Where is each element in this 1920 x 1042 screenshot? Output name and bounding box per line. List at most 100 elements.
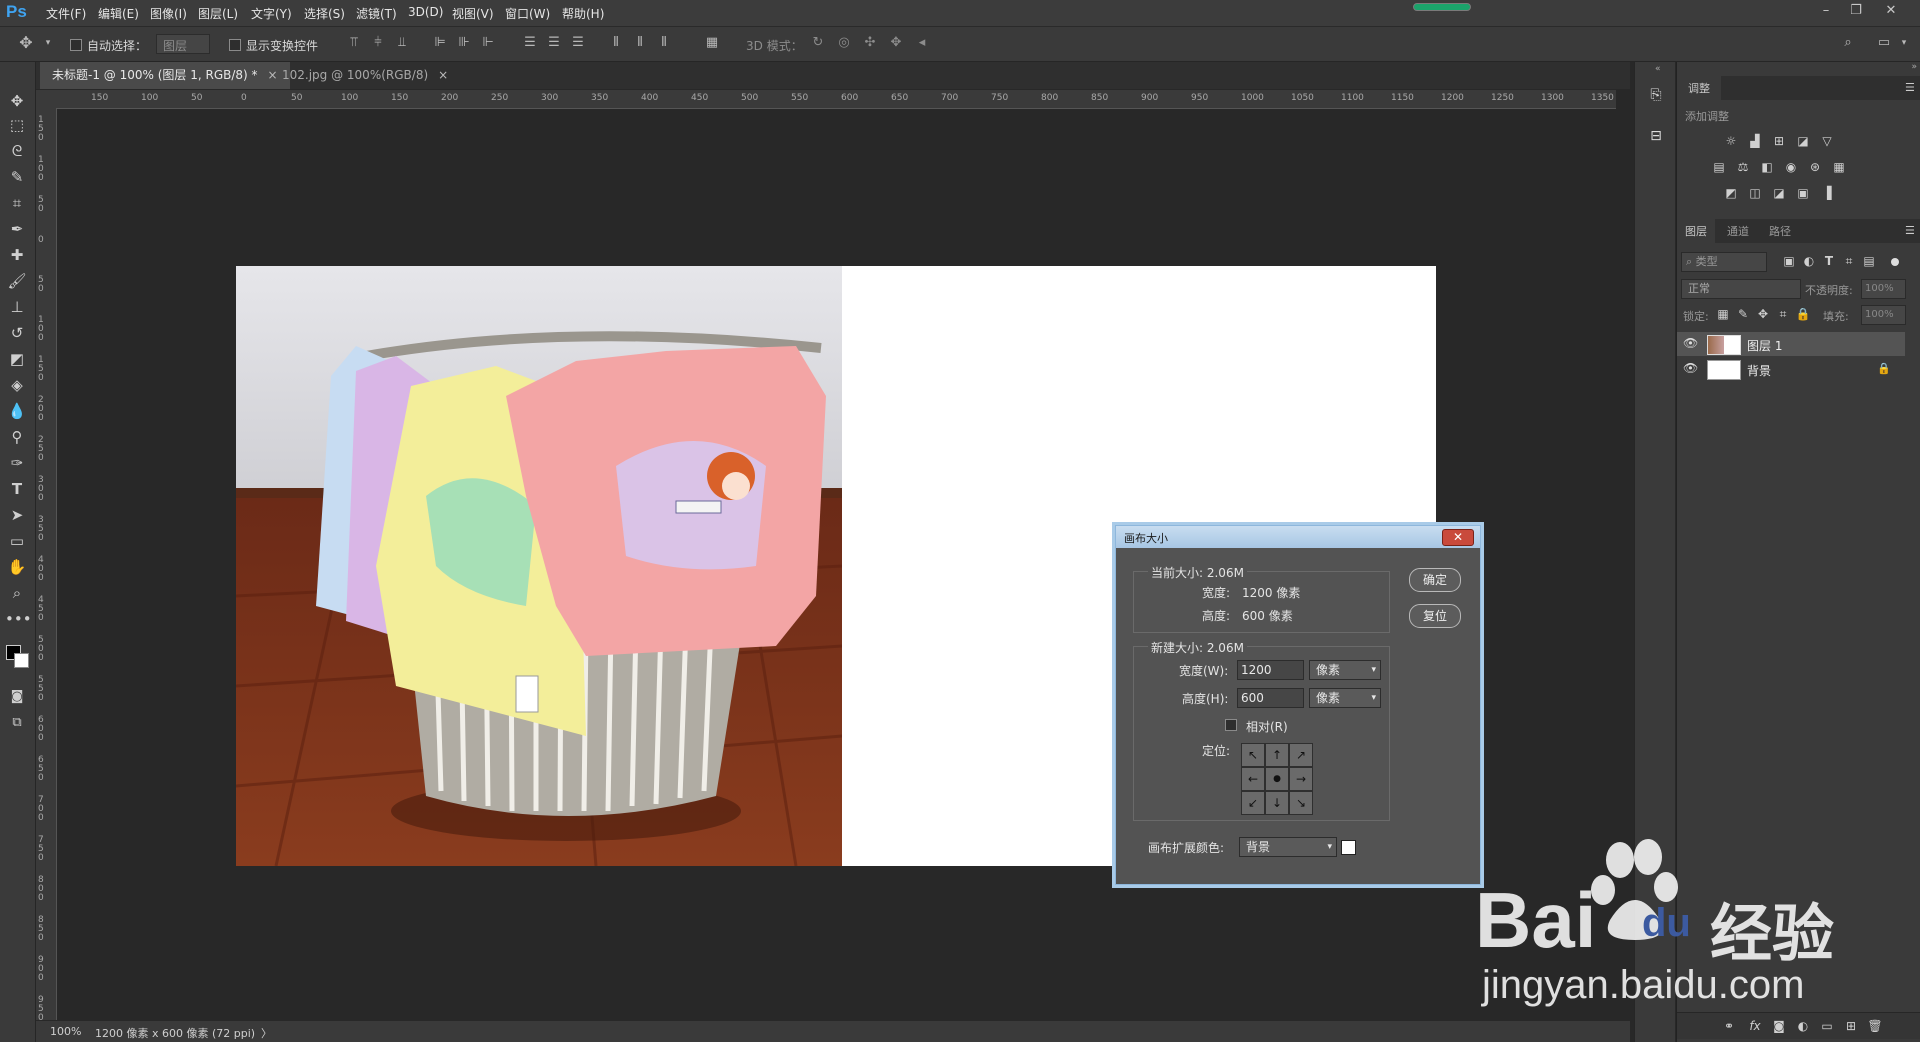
distribute-left-icon[interactable]: ⫴ (608, 35, 624, 51)
new-group-icon[interactable]: ▭ (1819, 1019, 1835, 1033)
delete-layer-icon[interactable]: 🗑 (1867, 1019, 1883, 1033)
align-left-icon[interactable]: ⊫ (432, 35, 448, 51)
paint-bucket-tool-icon[interactable]: ◈ (5, 374, 29, 396)
distribute-vcenter-icon[interactable]: ☰ (546, 35, 562, 51)
eyedropper-tool-icon[interactable]: ✒ (5, 218, 29, 240)
anchor-center[interactable]: ● (1265, 767, 1289, 791)
height-unit-select[interactable]: 像素 ▾ (1309, 688, 1381, 708)
add-mask-icon[interactable]: ◙ (1771, 1019, 1787, 1033)
hue-saturation-icon[interactable]: ▤ (1711, 160, 1727, 174)
eye-icon[interactable]: 👁 (1683, 336, 1698, 350)
menu-edit[interactable]: 编辑(E) (98, 5, 139, 22)
screen-mode-icon[interactable]: ⧉ (5, 712, 29, 734)
type-tool-icon[interactable]: T (5, 478, 29, 500)
exposure-icon[interactable]: ◪ (1795, 134, 1811, 148)
distribute-right-icon[interactable]: ⫴ (656, 35, 672, 51)
distribute-top-icon[interactable]: ☰ (522, 35, 538, 51)
new-layer-icon[interactable]: ⊞ (1843, 1019, 1859, 1033)
align-bottom-icon[interactable]: ⫫ (394, 35, 410, 51)
threshold-icon[interactable]: ◪ (1771, 186, 1787, 200)
layer-1-photo[interactable] (236, 266, 842, 866)
marquee-tool-icon[interactable]: ⬚ (5, 114, 29, 136)
collapse-arrow-icon[interactable]: « (1655, 64, 1661, 74)
curves-icon[interactable]: ⊞ (1771, 134, 1787, 148)
align-hcenter-icon[interactable]: ⊪ (456, 35, 472, 51)
menu-file[interactable]: 文件(F) (46, 5, 86, 22)
anchor-top-right[interactable]: ↗ (1289, 743, 1313, 767)
fx-icon[interactable]: fx (1747, 1019, 1763, 1033)
show-transform-checkbox[interactable] (229, 39, 241, 51)
color-lookup-icon[interactable]: ▦ (1831, 160, 1847, 174)
selective-color-icon[interactable]: ▣ (1795, 186, 1811, 200)
close-icon[interactable]: ✕ (1442, 529, 1474, 546)
tab-paths[interactable]: 路径 (1761, 219, 1799, 243)
filter-toggle-icon[interactable] (1891, 258, 1899, 266)
invert-icon[interactable]: ◩ (1723, 186, 1739, 200)
menu-filter[interactable]: 滤镜(T) (356, 5, 397, 22)
3d-scale-icon[interactable]: ◂ (914, 35, 930, 51)
filter-shape-icon[interactable]: ⌗ (1841, 254, 1857, 268)
zoom-tool-icon[interactable]: ⌕ (5, 582, 29, 604)
black-white-icon[interactable]: ◧ (1759, 160, 1775, 174)
collapse-arrow-icon[interactable]: » (1677, 62, 1920, 74)
link-layers-icon[interactable]: ⚭ (1721, 1019, 1737, 1033)
lasso-tool-icon[interactable]: ᘓ (5, 140, 29, 162)
more-tools-icon[interactable]: ••• (5, 608, 32, 630)
filter-pixel-icon[interactable]: ▣ (1781, 254, 1797, 268)
anchor-bottom-right[interactable]: ↘ (1289, 791, 1313, 815)
3d-slide-icon[interactable]: ✥ (888, 35, 904, 51)
pen-tool-icon[interactable]: ✑ (5, 452, 29, 474)
width-input[interactable]: 1200 (1237, 660, 1304, 680)
crop-tool-icon[interactable]: ⌗ (5, 192, 29, 214)
history-panel-icon[interactable]: ⎘ (1647, 87, 1665, 105)
ruler-origin[interactable] (36, 90, 56, 108)
move-tool-icon[interactable]: ✥ (18, 35, 34, 51)
close-icon[interactable]: ✕ (1880, 2, 1902, 20)
vertical-ruler[interactable]: 150 100 50 0 50 100 150 200 250 300 350 … (36, 108, 57, 1020)
menu-window[interactable]: 窗口(W) (505, 5, 550, 22)
clone-stamp-tool-icon[interactable]: ⊥ (5, 296, 29, 318)
quick-select-tool-icon[interactable]: ✎ (5, 166, 29, 188)
anchor-top[interactable]: ↑ (1265, 743, 1289, 767)
panel-menu-icon[interactable]: ☰ (1905, 81, 1915, 94)
auto-align-icon[interactable]: ▦ (704, 35, 720, 51)
layer-row-layer-1[interactable]: 👁 图层 1 (1677, 332, 1905, 356)
anchor-top-left[interactable]: ↖ (1241, 743, 1265, 767)
menu-layer[interactable]: 图层(L) (198, 5, 238, 22)
auto-select-checkbox[interactable] (70, 39, 82, 51)
restore-icon[interactable]: ❐ (1845, 2, 1867, 20)
menu-help[interactable]: 帮助(H) (562, 5, 604, 22)
width-unit-select[interactable]: 像素 ▾ (1309, 660, 1381, 680)
ok-button[interactable]: 确定 (1409, 568, 1461, 592)
distribute-bottom-icon[interactable]: ☰ (570, 35, 586, 51)
menu-view[interactable]: 视图(V) (452, 5, 494, 22)
search-icon[interactable]: ⌕ (1840, 35, 1856, 51)
3d-pan-icon[interactable]: ✣ (862, 35, 878, 51)
dialog-titlebar[interactable]: 画布大小 ✕ (1116, 526, 1480, 548)
photo-filter-icon[interactable]: ◉ (1783, 160, 1799, 174)
extension-color-swatch[interactable] (1341, 840, 1356, 855)
tab-layers[interactable]: 图层 (1677, 219, 1715, 243)
3d-orbit-icon[interactable]: ↻ (810, 35, 826, 51)
minimize-icon[interactable]: – (1815, 2, 1837, 20)
path-select-tool-icon[interactable]: ➤ (5, 504, 29, 526)
tab-channels[interactable]: 通道 (1719, 219, 1757, 243)
menu-image[interactable]: 图像(I) (150, 5, 187, 22)
levels-icon[interactable]: ▟ (1747, 134, 1763, 148)
history-brush-tool-icon[interactable]: ↺ (5, 322, 29, 344)
status-arrow-icon[interactable]: 〉 (261, 1025, 272, 1041)
tab-102-jpg[interactable]: 102.jpg @ 100%(RGB/8) × (270, 62, 460, 89)
menu-select[interactable]: 选择(S) (304, 5, 345, 22)
filter-type-icon[interactable]: T (1821, 254, 1837, 268)
blend-mode-dropdown[interactable]: 正常 (1681, 279, 1801, 299)
brightness-icon[interactable]: ☼ (1723, 134, 1739, 148)
properties-panel-icon[interactable]: ⊟ (1647, 128, 1665, 146)
height-input[interactable]: 600 (1237, 688, 1304, 708)
menu-type[interactable]: 文字(Y) (251, 5, 292, 22)
align-top-icon[interactable]: ⫪ (346, 35, 362, 51)
workspace-chevron-icon[interactable]: ▾ (1896, 35, 1912, 51)
chevron-down-icon[interactable]: ▾ (40, 35, 56, 51)
opacity-input[interactable]: 100% (1861, 279, 1906, 299)
reset-button[interactable]: 复位 (1409, 604, 1461, 628)
workspace-icon[interactable]: ▭ (1876, 35, 1892, 51)
